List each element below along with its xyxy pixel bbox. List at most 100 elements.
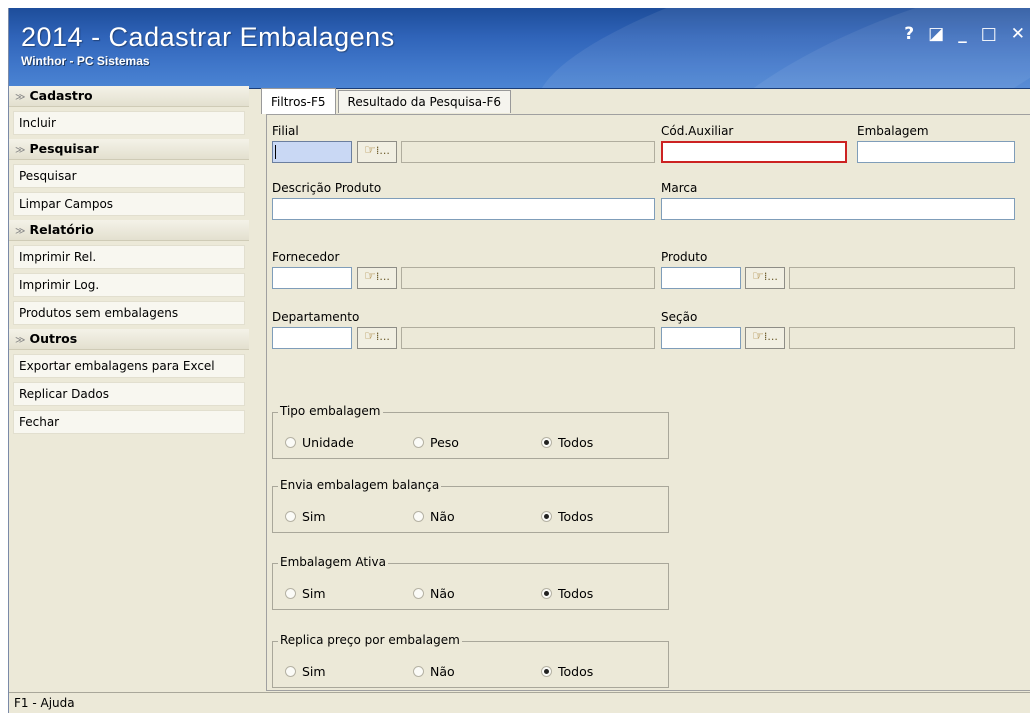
- radio-label: Não: [430, 664, 455, 679]
- section-title: Cadastro: [29, 88, 93, 103]
- radio-unidade[interactable]: Unidade: [285, 435, 354, 450]
- radio-peso[interactable]: Peso: [413, 435, 459, 450]
- radio-todos[interactable]: Todos: [541, 435, 593, 450]
- departamento-description: [401, 327, 655, 349]
- hand-pointer-icon: ☞: [752, 269, 764, 284]
- lookup-dots: ⁞...: [763, 330, 778, 343]
- descricao-produto-input[interactable]: [272, 198, 655, 220]
- filters-panel: Filial ☞⁞... Cód.Auxiliar Embalagem Desc…: [266, 114, 1030, 691]
- radio-circle-icon: [285, 511, 296, 522]
- produto-lookup-button[interactable]: ☞⁞...: [745, 267, 785, 289]
- hand-pointer-icon: ☞: [364, 143, 376, 158]
- radio-label: Todos: [558, 435, 594, 450]
- maximize-icon[interactable]: □: [981, 24, 997, 44]
- minimize-icon[interactable]: _: [958, 24, 967, 44]
- radio-label: Não: [430, 509, 455, 524]
- departamento-label: Departamento: [272, 310, 360, 324]
- tab-filtros[interactable]: Filtros-F5: [261, 88, 336, 114]
- help-icon[interactable]: ?: [904, 24, 914, 44]
- sidebar-item-limpar-campos[interactable]: Limpar Campos: [13, 192, 245, 216]
- radio-todos[interactable]: Todos: [541, 586, 593, 601]
- filial-label: Filial: [272, 124, 299, 138]
- radio-selected-icon: [541, 511, 552, 522]
- secao-input[interactable]: [661, 327, 741, 349]
- sidebar-section-outros[interactable]: ≫ Outros: [9, 329, 249, 350]
- window-title: 2014 - Cadastrar Embalagens: [21, 22, 395, 52]
- app-window: 2014 - Cadastrar Embalagens Winthor - PC…: [8, 8, 1030, 713]
- radio-nao[interactable]: Não: [413, 509, 455, 524]
- produto-label: Produto: [661, 250, 708, 264]
- cod-auxiliar-input[interactable]: [661, 141, 847, 163]
- descricao-produto-label: Descrição Produto: [272, 181, 382, 195]
- sidebar-section-cadastro[interactable]: ≫ Cadastro: [9, 86, 249, 107]
- radio-circle-icon: [413, 666, 424, 677]
- radio-selected-icon: [541, 666, 552, 677]
- radio-circle-icon: [285, 437, 296, 448]
- sidebar-item-replicar-dados[interactable]: Replicar Dados: [13, 382, 245, 406]
- filial-input[interactable]: [272, 141, 352, 163]
- radio-nao[interactable]: Não: [413, 664, 455, 679]
- filial-lookup-button[interactable]: ☞⁞...: [357, 141, 397, 163]
- lookup-dots: ⁞...: [375, 330, 390, 343]
- tab-bar: Filtros-F5 Resultado da Pesquisa-F6: [261, 88, 513, 114]
- cod-auxiliar-label: Cód.Auxiliar: [661, 124, 734, 138]
- group-embalagem-ativa: Embalagem Ativa Sim Não Todos: [272, 555, 669, 610]
- section-title: Outros: [29, 331, 78, 346]
- restore-icon[interactable]: ◪: [928, 24, 944, 44]
- fornecedor-description: [401, 267, 655, 289]
- sidebar-item-imprimir-log[interactable]: Imprimir Log.: [13, 273, 245, 297]
- radio-sim[interactable]: Sim: [285, 586, 326, 601]
- group-envia-embalagem-balanca: Envia embalagem balança Sim Não Todos: [272, 478, 669, 533]
- hand-pointer-icon: ☞: [364, 269, 376, 284]
- secao-label: Seção: [661, 310, 698, 324]
- hand-pointer-icon: ☞: [752, 329, 764, 344]
- collapse-chevron-icon: ≫: [15, 335, 26, 346]
- sidebar-item-fechar[interactable]: Fechar: [13, 410, 245, 434]
- sidebar-item-imprimir-rel[interactable]: Imprimir Rel.: [13, 245, 245, 269]
- main-content: Filtros-F5 Resultado da Pesquisa-F6 Fili…: [261, 86, 1030, 691]
- lookup-dots: ⁞...: [375, 144, 390, 157]
- marca-input[interactable]: [661, 198, 1015, 220]
- radio-circle-icon: [413, 588, 424, 599]
- radio-nao[interactable]: Não: [413, 586, 455, 601]
- radio-selected-icon: [541, 437, 552, 448]
- embalagem-input[interactable]: [857, 141, 1015, 163]
- departamento-lookup-button[interactable]: ☞⁞...: [357, 327, 397, 349]
- radio-todos[interactable]: Todos: [541, 664, 593, 679]
- lookup-dots: ⁞...: [375, 270, 390, 283]
- sidebar-item-pesquisar[interactable]: Pesquisar: [13, 164, 245, 188]
- radio-label: Todos: [558, 509, 594, 524]
- radio-label: Sim: [302, 586, 326, 601]
- marca-label: Marca: [661, 181, 698, 195]
- radio-sim[interactable]: Sim: [285, 509, 326, 524]
- radio-todos[interactable]: Todos: [541, 509, 593, 524]
- close-icon[interactable]: ✕: [1011, 24, 1025, 44]
- secao-lookup-button[interactable]: ☞⁞...: [745, 327, 785, 349]
- radio-circle-icon: [413, 437, 424, 448]
- tab-resultado-pesquisa[interactable]: Resultado da Pesquisa-F6: [337, 90, 512, 113]
- departamento-input[interactable]: [272, 327, 352, 349]
- lookup-dots: ⁞...: [763, 270, 778, 283]
- sidebar-section-pesquisar[interactable]: ≫ Pesquisar: [9, 139, 249, 160]
- radio-sim[interactable]: Sim: [285, 664, 326, 679]
- produto-input[interactable]: [661, 267, 741, 289]
- radio-label: Todos: [558, 586, 594, 601]
- sidebar-item-incluir[interactable]: Incluir: [13, 111, 245, 135]
- group-title: Envia embalagem balança: [278, 478, 442, 492]
- section-title: Relatório: [29, 222, 94, 237]
- sidebar-section-relatorio[interactable]: ≫ Relatório: [9, 220, 249, 241]
- title-bar: 2014 - Cadastrar Embalagens Winthor - PC…: [9, 8, 1030, 89]
- sidebar-item-produtos-sem-embalagens[interactable]: Produtos sem embalagens: [13, 301, 245, 325]
- fornecedor-lookup-button[interactable]: ☞⁞...: [357, 267, 397, 289]
- group-title: Embalagem Ativa: [278, 555, 388, 569]
- radio-circle-icon: [285, 588, 296, 599]
- group-replica-preco-embalagem: Replica preço por embalagem Sim Não Todo…: [272, 633, 669, 688]
- radio-selected-icon: [541, 588, 552, 599]
- group-title: Replica preço por embalagem: [278, 633, 462, 647]
- radio-circle-icon: [285, 666, 296, 677]
- group-title: Tipo embalagem: [278, 404, 383, 418]
- section-title: Pesquisar: [29, 141, 99, 156]
- filial-description: [401, 141, 655, 163]
- fornecedor-input[interactable]: [272, 267, 352, 289]
- sidebar-item-exportar-excel[interactable]: Exportar embalagens para Excel: [13, 354, 245, 378]
